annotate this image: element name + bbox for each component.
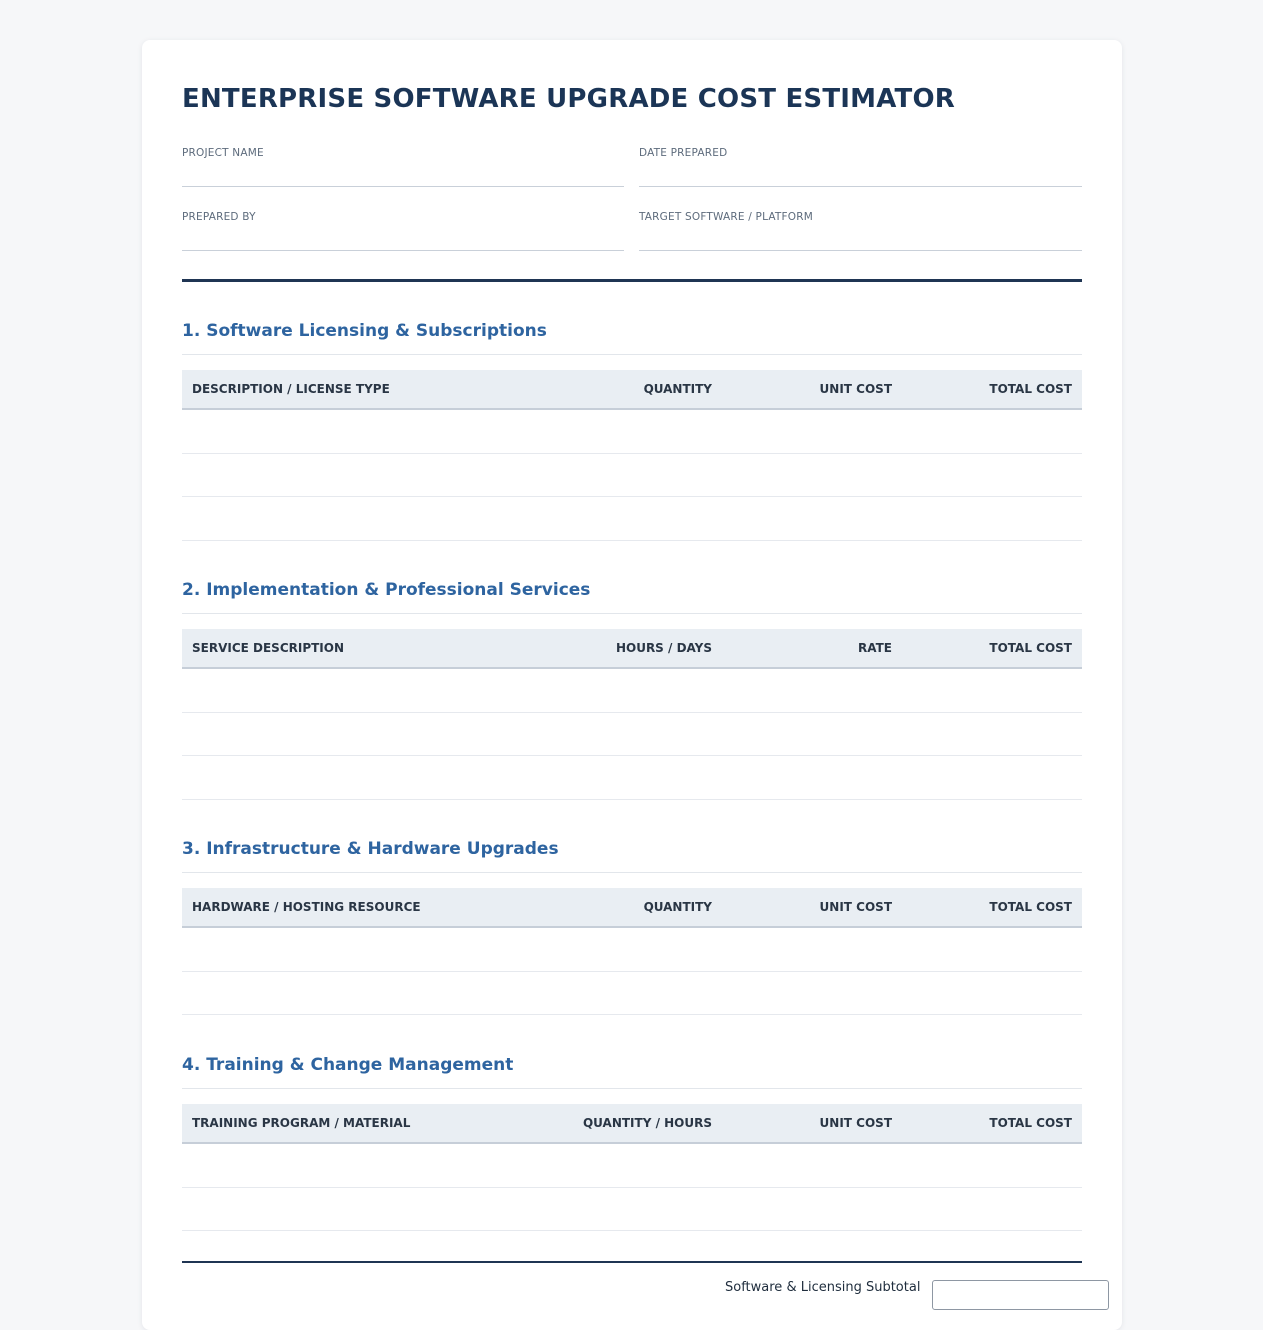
field-underline (182, 250, 624, 251)
table-header: SERVICE DESCRIPTION HOURS / DAYS RATE TO… (182, 629, 1082, 669)
section-divider (182, 354, 1082, 355)
prepared-by-field: PREPARED BY (182, 211, 624, 251)
date-prepared-label: DATE PREPARED (639, 147, 728, 159)
date-prepared-field: DATE PREPARED (639, 147, 1082, 187)
section-divider (182, 1088, 1082, 1089)
prepared-by-label: PREPARED BY (182, 211, 256, 223)
table-row[interactable] (182, 972, 1082, 1015)
table-row[interactable] (182, 669, 1082, 713)
column-header-description: DESCRIPTION / LICENSE TYPE (192, 382, 390, 396)
column-header-unit-cost: UNIT COST (819, 1116, 892, 1130)
table-header: TRAINING PROGRAM / MATERIAL QUANTITY / H… (182, 1104, 1082, 1144)
column-header-quantity-hours: QUANTITY / HOURS (582, 1116, 712, 1130)
table-row[interactable] (182, 454, 1082, 497)
table-row[interactable] (182, 756, 1082, 800)
field-underline (639, 250, 1082, 251)
column-header-quantity: QUANTITY (643, 382, 712, 396)
project-name-input[interactable] (182, 163, 624, 185)
infrastructure-table: HARDWARE / HOSTING RESOURCE QUANTITY UNI… (182, 888, 1082, 1015)
section-title-infrastructure: 3. Infrastructure & Hardware Upgrades (182, 839, 559, 859)
field-underline (639, 186, 1082, 187)
table-row[interactable] (182, 1188, 1082, 1231)
column-header-total-cost: TOTAL COST (989, 1116, 1072, 1130)
header-divider (182, 279, 1082, 282)
column-header-unit-cost: UNIT COST (819, 382, 892, 396)
field-underline (182, 186, 624, 187)
summary-divider (182, 1261, 1082, 1263)
section-title-licensing: 1. Software Licensing & Subscriptions (182, 321, 547, 341)
column-header-service: SERVICE DESCRIPTION (192, 641, 345, 655)
software-subtotal-label: Software & Licensing Subtotal (725, 1280, 921, 1295)
target-platform-label: TARGET SOFTWARE / PLATFORM (639, 211, 813, 223)
table-row[interactable] (182, 928, 1082, 972)
section-title-training: 4. Training & Change Management (182, 1055, 514, 1075)
table-row[interactable] (182, 713, 1082, 756)
column-header-total-cost: TOTAL COST (989, 382, 1072, 396)
target-platform-input[interactable] (639, 227, 1082, 249)
training-table: TRAINING PROGRAM / MATERIAL QUANTITY / H… (182, 1104, 1082, 1231)
table-header: HARDWARE / HOSTING RESOURCE QUANTITY UNI… (182, 888, 1082, 928)
column-header-rate: RATE (858, 641, 892, 655)
estimator-sheet: ENTERPRISE SOFTWARE UPGRADE COST ESTIMAT… (142, 40, 1122, 1330)
table-row[interactable] (182, 1144, 1082, 1188)
column-header-unit-cost: UNIT COST (819, 900, 892, 914)
project-name-label: PROJECT NAME (182, 147, 264, 159)
column-header-program: TRAINING PROGRAM / MATERIAL (192, 1116, 411, 1130)
column-header-resource: HARDWARE / HOSTING RESOURCE (192, 900, 421, 914)
target-platform-field: TARGET SOFTWARE / PLATFORM (639, 211, 1082, 251)
software-subtotal-field[interactable] (932, 1280, 1109, 1310)
project-name-field: PROJECT NAME (182, 147, 624, 187)
column-header-hours: HOURS / DAYS (615, 641, 712, 655)
table-row[interactable] (182, 497, 1082, 541)
section-divider (182, 872, 1082, 873)
prepared-by-input[interactable] (182, 227, 624, 249)
table-header: DESCRIPTION / LICENSE TYPE QUANTITY UNIT… (182, 370, 1082, 410)
column-header-quantity: QUANTITY (643, 900, 712, 914)
licensing-table: DESCRIPTION / LICENSE TYPE QUANTITY UNIT… (182, 370, 1082, 541)
column-header-total-cost: TOTAL COST (989, 900, 1072, 914)
table-row[interactable] (182, 410, 1082, 454)
column-header-total-cost: TOTAL COST (989, 641, 1072, 655)
date-prepared-input[interactable] (639, 163, 1082, 185)
services-table: SERVICE DESCRIPTION HOURS / DAYS RATE TO… (182, 629, 1082, 800)
section-title-services: 2. Implementation & Professional Service… (182, 580, 591, 600)
section-divider (182, 613, 1082, 614)
page-title: ENTERPRISE SOFTWARE UPGRADE COST ESTIMAT… (182, 84, 955, 114)
